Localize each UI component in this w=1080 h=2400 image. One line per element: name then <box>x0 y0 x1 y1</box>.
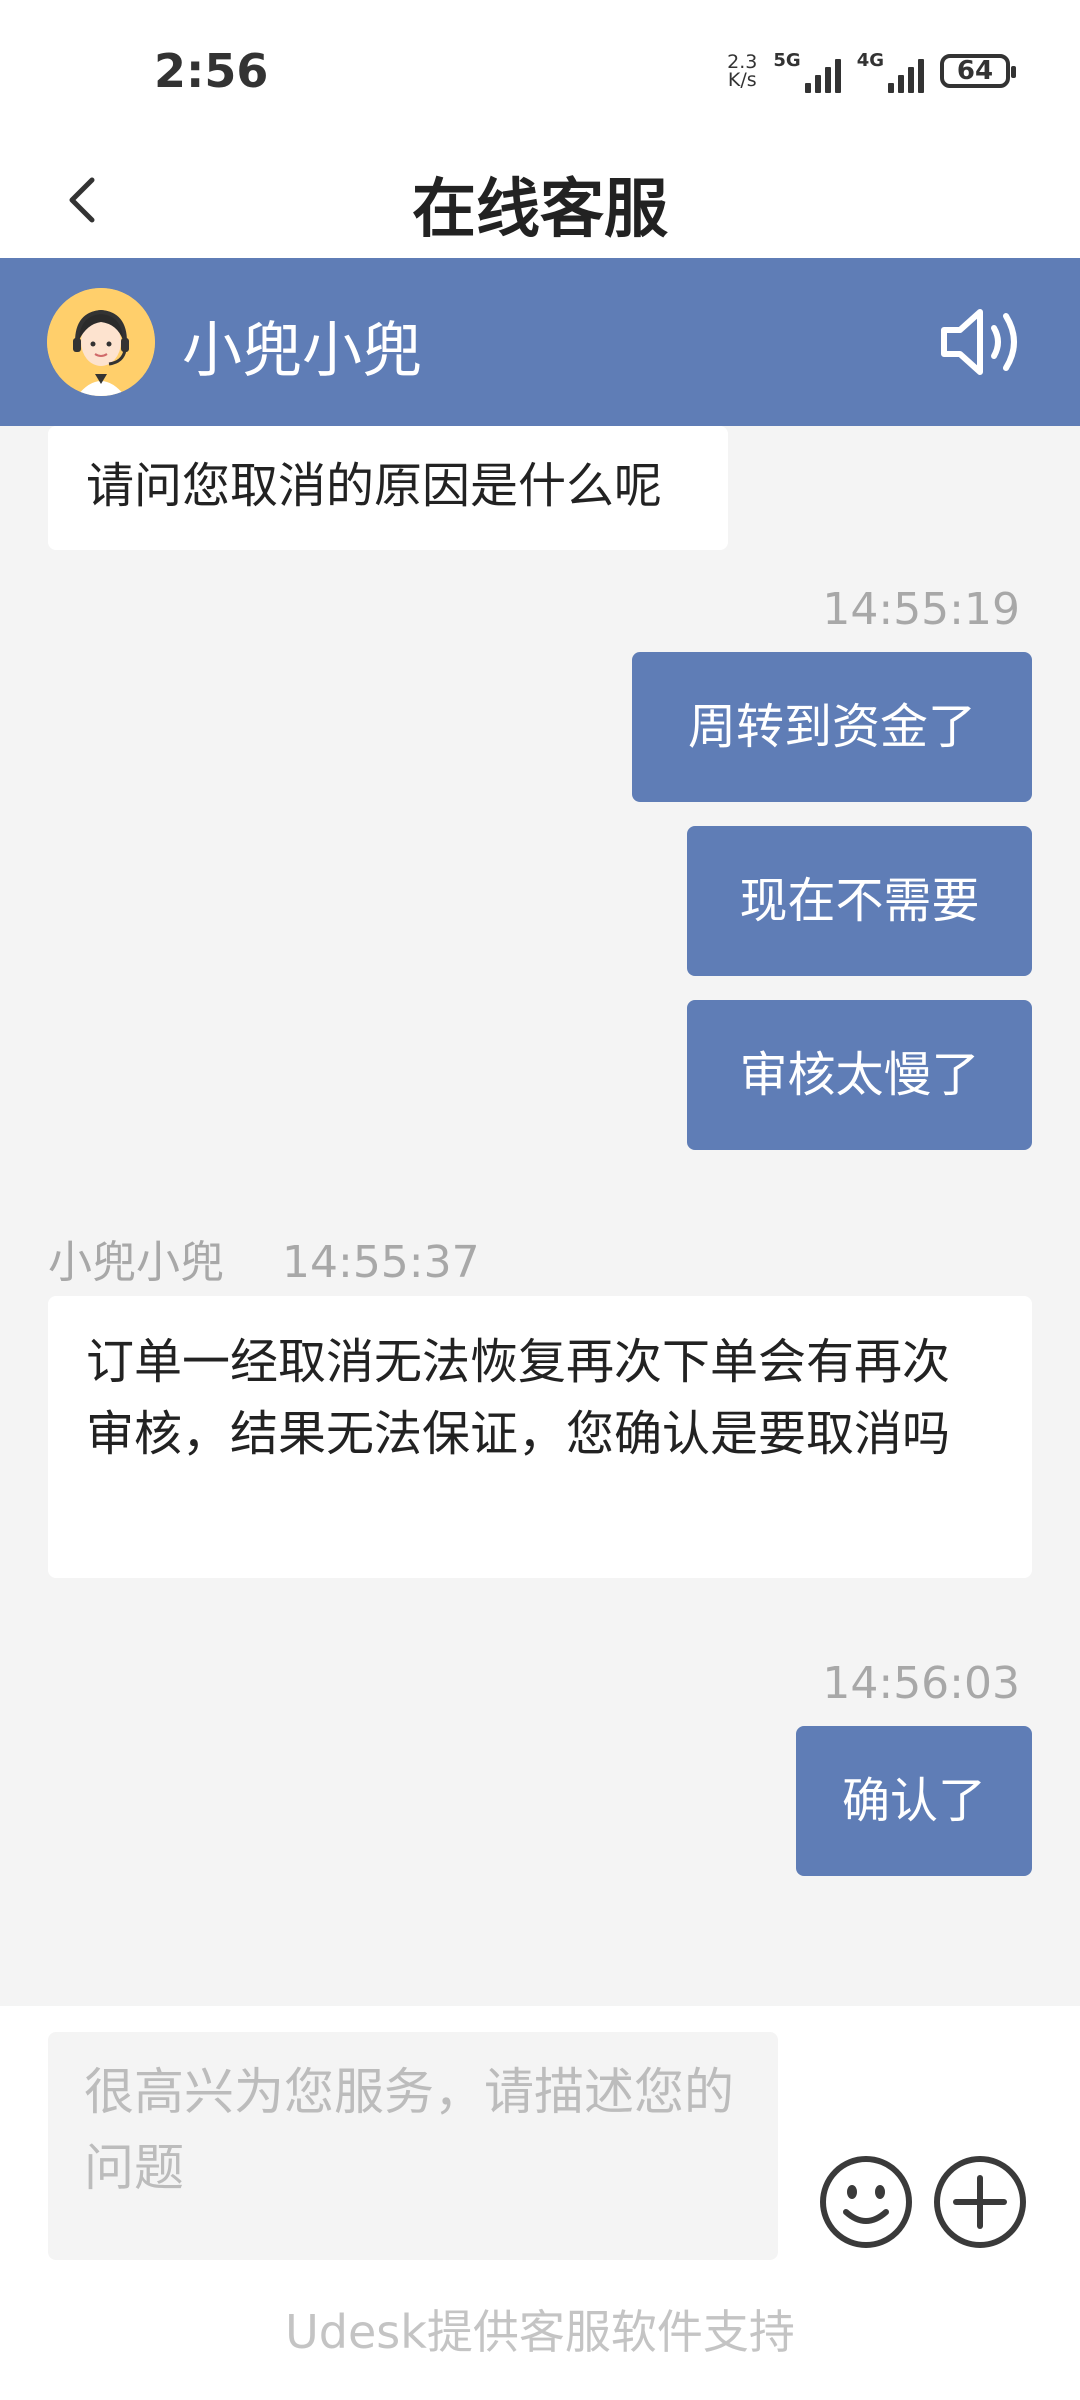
incoming-message: 请问您取消的原因是什么呢 <box>48 426 728 550</box>
status-time: 2:56 <box>154 44 269 98</box>
signal-bars-icon <box>804 55 841 93</box>
powered-by-text: Udesk提供客服软件支持 <box>285 2305 795 2359</box>
message-timestamp: 14:56:03 <box>822 1658 1020 1709</box>
add-icon[interactable] <box>932 2154 1028 2250</box>
chat-footer: Udesk提供客服软件支持 <box>0 2006 1080 2400</box>
outgoing-message: 现在不需要 <box>687 826 1032 976</box>
agent-name: 小兜小兜 <box>182 316 422 386</box>
chat-messages[interactable]: 请问您取消的原因是什么呢 14:55:19 周转到资金了 现在不需要 审核太慢了… <box>0 426 1080 2006</box>
message-text: 现在不需要 <box>739 873 980 929</box>
message-timestamp: 14:55:37 <box>282 1237 480 1288</box>
battery-icon: 64 <box>940 54 1016 88</box>
signal-5g: 5G <box>773 49 841 93</box>
signal-bars-icon <box>888 55 924 93</box>
message-text: 订单一经取消无法恢复再次下单会有再次审核，结果无法保证，您确认是要取消吗 <box>86 1334 951 1462</box>
emoji-icon[interactable] <box>818 2154 914 2250</box>
title-bar: 在线客服 <box>0 140 1080 258</box>
message-text: 请问您取消的原因是什么呢 <box>86 458 663 514</box>
agent-avatar <box>47 288 155 396</box>
message-text: 周转到资金了 <box>687 699 976 755</box>
battery-level: 64 <box>956 56 994 86</box>
outgoing-message: 周转到资金了 <box>632 652 1032 802</box>
message-timestamp: 14:55:19 <box>822 584 1020 635</box>
agent-header: 小兜小兜 <box>0 258 1080 426</box>
network-speed: 2.3 K/s <box>727 53 757 91</box>
speaker-icon[interactable] <box>938 300 1030 384</box>
message-input[interactable] <box>48 2032 778 2260</box>
signal-4g: 4G <box>857 50 924 93</box>
network-speed-unit: K/s <box>727 69 757 91</box>
message-sender-name: 小兜小兜 <box>48 1237 224 1288</box>
signal-5g-label: 5G <box>773 49 801 71</box>
incoming-message: 订单一经取消无法恢复再次下单会有再次审核，结果无法保证，您确认是要取消吗 <box>48 1296 1032 1578</box>
message-text: 审核太慢了 <box>739 1047 980 1103</box>
outgoing-message: 审核太慢了 <box>687 1000 1032 1150</box>
message-sender-line: 小兜小兜 14:55:37 <box>48 1226 480 1290</box>
page-title: 在线客服 <box>412 173 668 247</box>
agent-headset-avatar-icon <box>47 288 155 396</box>
outgoing-message: 确认了 <box>796 1726 1032 1876</box>
signal-4g-label: 4G <box>856 49 884 71</box>
message-text: 确认了 <box>841 1773 986 1829</box>
status-bar: 2:56 2.3 K/s 5G 4G 64 <box>0 0 1080 140</box>
status-icons: 2.3 K/s 5G 4G 64 <box>727 46 1016 96</box>
